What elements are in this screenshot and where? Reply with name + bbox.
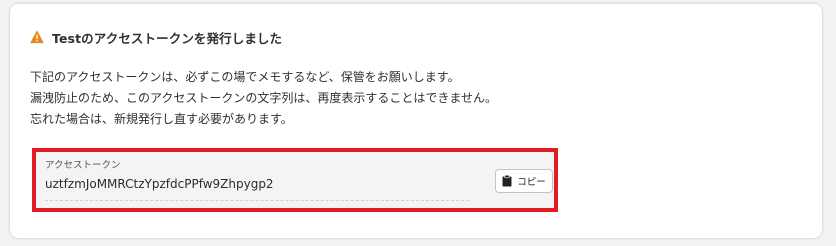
token-underline [45, 200, 469, 201]
notice-card: Testのアクセストークンを発行しました 下記のアクセストークンは、必ずこの場で… [10, 4, 822, 238]
description-line: 漏洩防止のため、このアクセストークンの文字列は、再度表示することはできません。 [30, 91, 498, 105]
notice-title: Testのアクセストークンを発行しました [52, 30, 283, 46]
access-token-field: アクセストークン uztfzmJoMMRCtzYpzfdcPPfw9Zhpygp… [32, 148, 558, 212]
token-value[interactable]: uztfzmJoMMRCtzYpzfdcPPfw9Zhpygp2 [45, 177, 274, 191]
clipboard-icon [502, 175, 512, 187]
token-label: アクセストークン [45, 160, 121, 171]
copy-button-label: コピー [517, 177, 546, 188]
notice-description: 下記のアクセストークンは、必ずこの場でメモするなど、保管をお願いします。 漏洩防… [30, 67, 497, 130]
warning-icon [30, 30, 44, 44]
description-line: 下記のアクセストークンは、必ずこの場でメモするなど、保管をお願いします。 [30, 70, 460, 84]
description-line: 忘れた場合は、新規発行し直す必要があります。 [30, 112, 293, 126]
notice-header: Testのアクセストークンを発行しました [30, 27, 282, 47]
copy-button[interactable]: コピー [495, 169, 553, 193]
